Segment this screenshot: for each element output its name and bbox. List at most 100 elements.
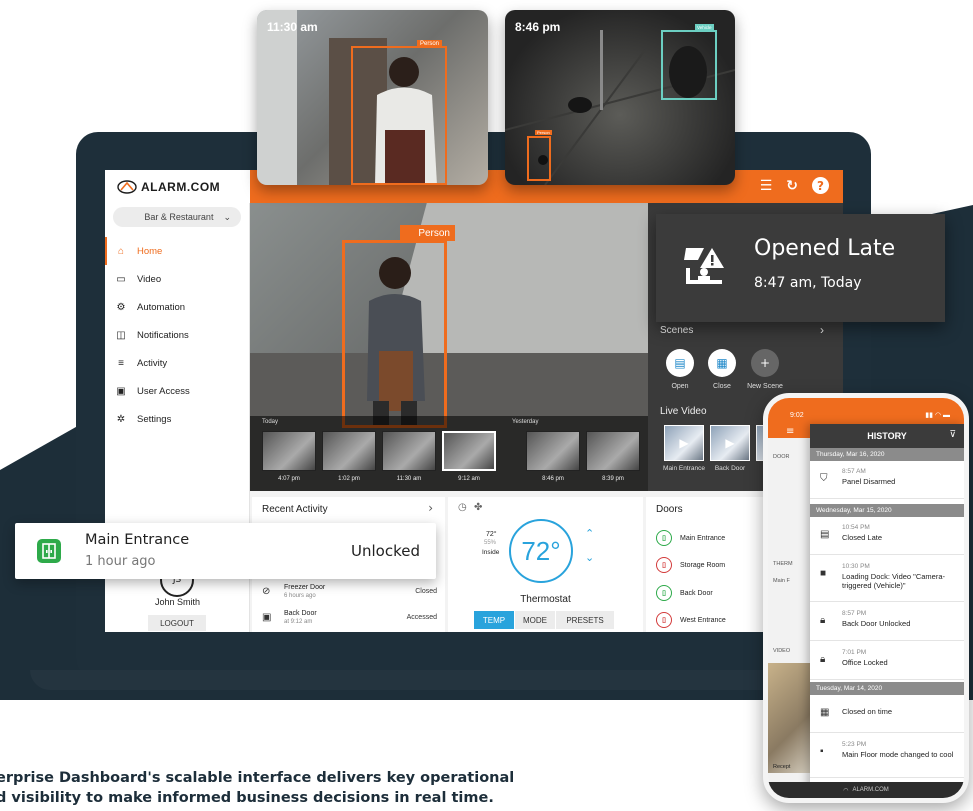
- thumbnail-time: 1:02 pm: [338, 476, 360, 482]
- shield-icon: ⛉: [820, 473, 828, 484]
- person-detection-box: [527, 136, 551, 181]
- chevron-right-icon[interactable]: ›: [820, 323, 824, 337]
- activity-status: Accessed: [406, 614, 437, 621]
- history-time: 8:57 AM: [842, 468, 866, 475]
- timeline-thumbnail[interactable]: [382, 431, 436, 471]
- list-item[interactable]: ▯ West Entrance: [656, 610, 726, 630]
- sidebar-item-settings[interactable]: ✲ Settings: [105, 405, 249, 433]
- thermostat-setpoint-dial[interactable]: 72°: [509, 519, 573, 583]
- timeline-thumbnail[interactable]: [442, 431, 496, 471]
- logout-button[interactable]: LOGOUT: [148, 615, 206, 631]
- timeline-thumbnail[interactable]: [526, 431, 580, 471]
- sidebar-item-notifications[interactable]: ◫ Notifications: [105, 321, 249, 349]
- history-text: Panel Disarmed: [842, 477, 896, 486]
- person-detection-label: Person: [535, 130, 552, 135]
- live-video-heading: Live Video: [660, 406, 707, 417]
- brand-area: ALARM.COM: [105, 170, 250, 203]
- help-icon[interactable]: ?: [812, 177, 829, 194]
- thumbnail-time: 9:12 am: [458, 476, 480, 482]
- sidebar-item-user-access[interactable]: ▣ User Access: [105, 377, 249, 405]
- main-video-feed[interactable]: Person Today Yesterday 4:07 pm 1:02 pm 1…: [250, 203, 648, 491]
- timeline-thumbnail[interactable]: [586, 431, 640, 471]
- history-title: HISTORY: [810, 424, 964, 448]
- refresh-icon[interactable]: ↻: [786, 177, 798, 195]
- video-timeline: Today Yesterday 4:07 pm 1:02 pm 11:30 am…: [250, 416, 648, 491]
- history-time: 10:30 PM: [842, 563, 870, 570]
- filter-icon[interactable]: ⊽: [949, 430, 956, 440]
- scene-open-button[interactable]: ▤: [666, 349, 694, 377]
- history-time: 10:54 PM: [842, 524, 870, 531]
- activity-title: Freezer Door: [284, 584, 326, 591]
- sidebar-item-label: Video: [137, 273, 162, 285]
- thumbnail-time: 4:07 pm: [278, 476, 300, 482]
- history-time: 8:57 PM: [842, 610, 867, 617]
- main-entrance-notification[interactable]: Main Entrance 1 hour ago Unlocked: [15, 523, 436, 579]
- chevron-up-icon[interactable]: ⌃: [585, 527, 594, 540]
- chevron-down-icon: ⌄: [223, 211, 231, 222]
- list-item[interactable]: ■ 10:30 PM Loading Dock: Video "Camera-t…: [810, 556, 964, 602]
- store-icon: ▤: [674, 356, 686, 370]
- fan-icon[interactable]: ✤: [474, 502, 482, 513]
- site-selector[interactable]: Bar & Restaurant ⌄: [113, 207, 241, 227]
- timeline-thumbnail[interactable]: [322, 431, 376, 471]
- lock-icon: 🔒︎: [820, 654, 826, 665]
- sidebar-item-home[interactable]: ⌂ Home: [105, 237, 249, 265]
- thermostat-label: Thermostat: [520, 594, 571, 605]
- chevron-down-icon[interactable]: ⌄: [585, 551, 594, 564]
- sidebar-item-video[interactable]: ▭ Video: [105, 265, 249, 293]
- person-detection-label: Person: [417, 40, 443, 48]
- hamburger-menu-icon[interactable]: ≡: [786, 426, 794, 437]
- history-date-header: Wednesday, Mar 15, 2020: [810, 504, 964, 517]
- live-camera-back-door[interactable]: ▶: [710, 425, 750, 461]
- list-item[interactable]: ▯ Main Entrance: [656, 528, 725, 548]
- door-name: Storage Room: [680, 561, 726, 569]
- doors-title: Doors: [656, 504, 683, 515]
- play-icon: ▶: [725, 436, 735, 450]
- sidebar-item-label: Settings: [137, 413, 172, 425]
- door-icon: ⊘: [262, 586, 271, 597]
- system-list-icon[interactable]: ☰: [760, 177, 773, 195]
- play-icon: ▶: [679, 436, 689, 450]
- timeline-yesterday-label: Yesterday: [512, 419, 539, 425]
- thumbnail-time: 8:46 pm: [542, 476, 564, 482]
- history-text: Office Locked: [842, 658, 888, 667]
- list-item[interactable]: ⛉ 8:57 AM Panel Disarmed: [810, 461, 964, 499]
- list-item[interactable]: 🔒︎ 7:01 PM Office Locked: [810, 642, 964, 680]
- marketing-caption: erprise Dashboard's scalable interface d…: [0, 768, 696, 808]
- thumbnail-time: 11:30 am: [396, 476, 422, 482]
- list-item[interactable]: ▯ Storage Room: [656, 555, 725, 575]
- camera-time: 11:30 am: [267, 20, 318, 34]
- sidebar-item-automation[interactable]: ⚙ Automation: [105, 293, 249, 321]
- notification-icon: ◫: [116, 329, 126, 341]
- tab-temp[interactable]: TEMP: [474, 611, 514, 629]
- list-item[interactable]: ▤ 10:54 PM Closed Late: [810, 517, 964, 555]
- camera-popup[interactable]: Person 11:30 am: [257, 10, 488, 185]
- list-item[interactable]: ▪ 5:23 PM Main Floor mode changed to coo…: [810, 734, 964, 778]
- door-open-icon: ▯: [656, 530, 672, 546]
- live-camera-main-entrance[interactable]: ▶: [664, 425, 704, 461]
- chevron-right-icon[interactable]: ›: [428, 501, 433, 515]
- opened-late-notification[interactable]: Opened Late 8:47 am, Today: [656, 214, 945, 322]
- phone-background-screen: DOOR THERM Main F VIDEO Recept: [768, 438, 813, 798]
- sidebar-item-label: Automation: [137, 301, 186, 313]
- list-item[interactable]: 🔒︎ 8:57 PM Back Door Unlocked: [810, 603, 964, 641]
- video-camera-icon: ■: [820, 568, 827, 579]
- scene-label: New Scene: [747, 383, 783, 390]
- list-item[interactable]: ▦ Closed on time: [810, 695, 964, 733]
- timeline-thumbnail[interactable]: [262, 431, 316, 471]
- activity-time: 6 hours ago: [284, 593, 316, 599]
- tab-presets[interactable]: PRESETS: [556, 611, 614, 629]
- list-item[interactable]: ▣ Back Door at 9:12 am Accessed: [262, 610, 437, 632]
- list-item[interactable]: ⊘ Freezer Door 6 hours ago Closed: [262, 584, 437, 608]
- history-date-header: Tuesday, Mar 14, 2020: [810, 682, 964, 695]
- new-scene-button[interactable]: +: [751, 349, 779, 377]
- tab-mode[interactable]: MODE: [515, 611, 555, 629]
- mobile-phone: 9:02 ▮▮ ◠ ▬ ≡ DOOR THERM Main F VIDEO Re…: [763, 393, 969, 803]
- scene-close-button[interactable]: ▦: [708, 349, 736, 377]
- door-closed-icon: ▯: [656, 612, 672, 628]
- vehicle-detection-box: [661, 30, 717, 100]
- sidebar-item-activity[interactable]: ≡ Activity: [105, 349, 249, 377]
- list-item[interactable]: ▯ Back Door: [656, 583, 713, 603]
- schedule-icon[interactable]: ◷: [458, 502, 467, 513]
- camera-popup[interactable]: Vehicle Person 8:46 pm: [505, 10, 735, 185]
